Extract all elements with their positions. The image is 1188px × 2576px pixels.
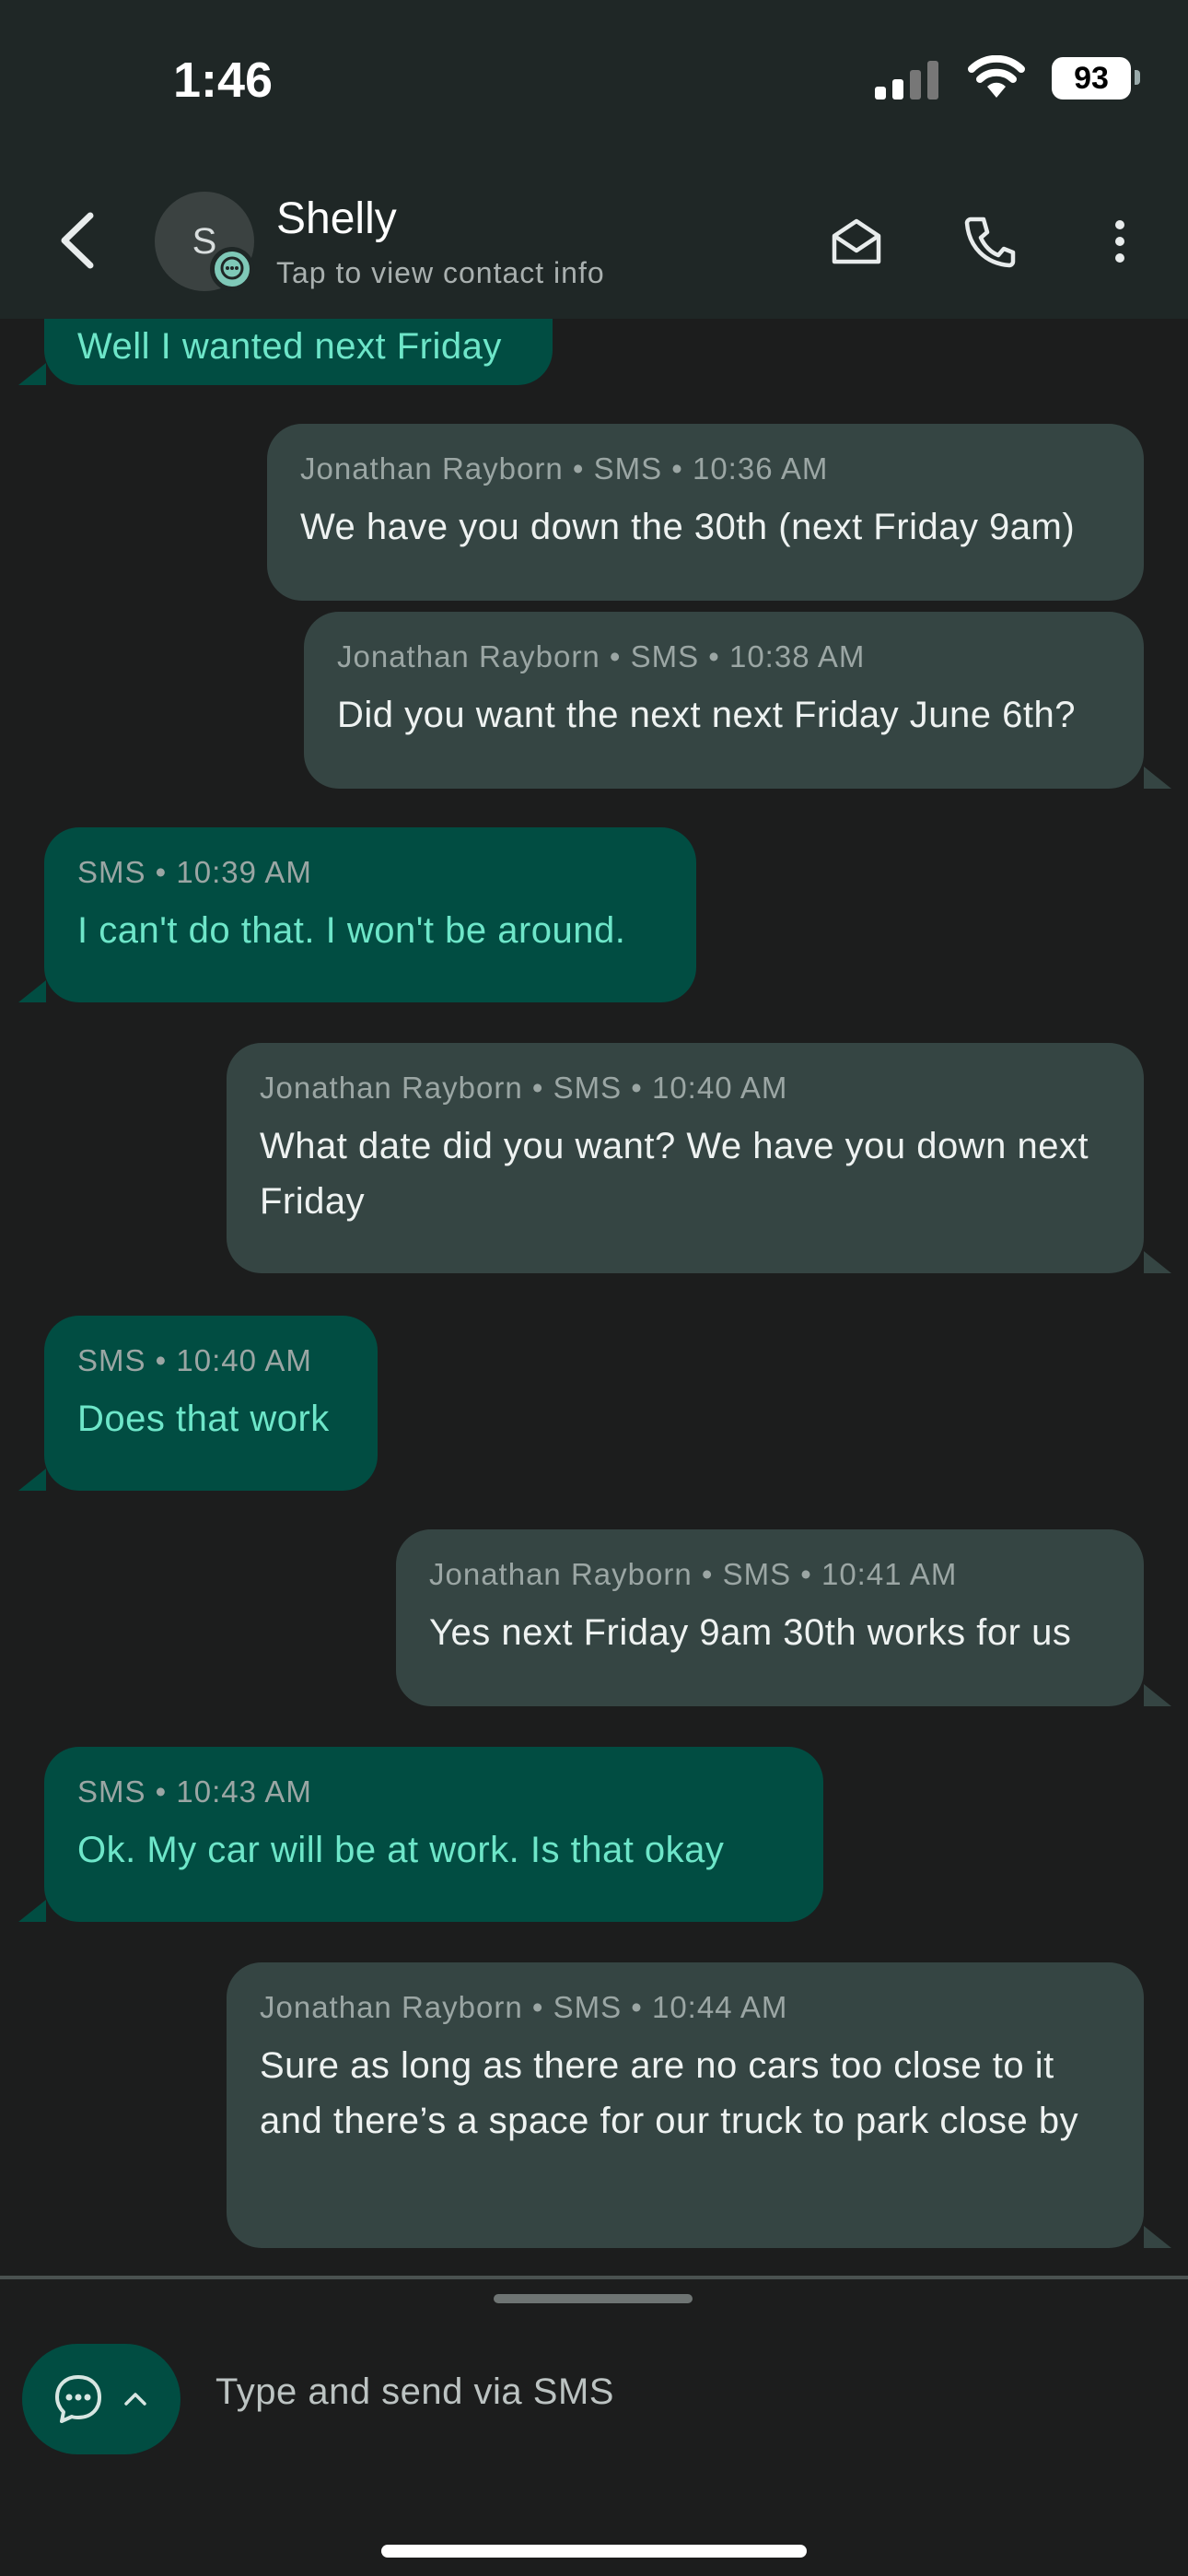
more-vertical-icon[interactable] <box>1087 208 1153 275</box>
cellular-signal-icon <box>875 61 939 100</box>
bubble-tail <box>1144 2226 1171 2248</box>
message-meta: SMS • 10:40 AM <box>77 1343 312 1377</box>
composer <box>0 2276 1188 2576</box>
message-text: Ok. My car will be at work. Is that okay <box>77 1830 725 1870</box>
message-list[interactable]: Well I wanted next Friday Jonathan Raybo… <box>0 319 1188 2276</box>
message-text: Well I wanted next Friday <box>77 326 502 367</box>
bubble-tail <box>1144 767 1171 789</box>
home-indicator <box>381 2545 807 2558</box>
bubble-tail <box>18 363 46 385</box>
chevron-left-icon[interactable] <box>52 208 107 273</box>
message-text: Did you want the next next Friday June 6… <box>337 695 1076 735</box>
conversation-header: S Shelly Tap to view contact info <box>0 166 1188 319</box>
battery-nub <box>1135 70 1140 85</box>
phone-icon[interactable] <box>956 208 1022 275</box>
contact-name[interactable]: Shelly <box>276 193 397 244</box>
battery-icon: 93 <box>1052 57 1131 100</box>
message-bubble-outgoing[interactable]: Jonathan Rayborn • SMS • 10:40 AM What d… <box>227 1043 1144 1273</box>
message-text: Does that work <box>77 1399 330 1439</box>
chevron-up-icon <box>124 2393 146 2406</box>
message-text: Yes next Friday 9am 30th works for us <box>429 1612 1072 1653</box>
message-bubble-outgoing[interactable]: Jonathan Rayborn • SMS • 10:36 AM We hav… <box>267 424 1144 601</box>
message-text: We have you down the 30th (next Friday 9… <box>300 507 1076 547</box>
wifi-icon <box>968 55 1025 98</box>
message-bubble-incoming[interactable]: SMS • 10:43 AM Ok. My car will be at wor… <box>44 1747 823 1922</box>
chat-bubble-icon <box>55 2375 101 2423</box>
message-text: I can't do that. I won't be around. <box>77 910 626 951</box>
status-bar: 1:46 93 <box>0 0 1188 166</box>
compose-options-button[interactable] <box>22 2344 181 2454</box>
message-meta: Jonathan Rayborn • SMS • 10:40 AM <box>260 1071 788 1105</box>
envelope-icon[interactable] <box>823 208 890 275</box>
bubble-tail <box>18 1469 46 1491</box>
message-bubble-outgoing[interactable]: Jonathan Rayborn • SMS • 10:44 AM Sure a… <box>227 1962 1144 2248</box>
drag-handle[interactable] <box>494 2294 693 2303</box>
message-text: What date did you want? We have you down… <box>260 1126 1089 1222</box>
status-time: 1:46 <box>173 53 274 108</box>
message-input[interactable] <box>215 2371 1136 2413</box>
bubble-tail <box>1144 1251 1171 1273</box>
message-meta: Jonathan Rayborn • SMS • 10:44 AM <box>260 1990 788 2024</box>
message-meta: Jonathan Rayborn • SMS • 10:38 AM <box>337 639 866 673</box>
message-meta: Jonathan Rayborn • SMS • 10:41 AM <box>429 1557 958 1591</box>
message-bubble-outgoing[interactable]: Jonathan Rayborn • SMS • 10:38 AM Did yo… <box>304 612 1144 789</box>
bubble-tail <box>1144 1684 1171 1706</box>
message-meta: Jonathan Rayborn • SMS • 10:36 AM <box>300 451 829 486</box>
bubble-tail <box>18 980 46 1002</box>
message-meta: SMS • 10:39 AM <box>77 855 312 889</box>
bubble-tail <box>18 1900 46 1922</box>
message-bubble-incoming[interactable]: SMS • 10:39 AM I can't do that. I won't … <box>44 827 696 1002</box>
status-icons: 93 <box>875 55 1188 101</box>
message-bubble-outgoing[interactable]: Jonathan Rayborn • SMS • 10:41 AM Yes ne… <box>396 1529 1144 1706</box>
chat-badge-icon <box>210 247 254 291</box>
contact-info-link[interactable]: Tap to view contact info <box>276 256 605 290</box>
message-bubble-incoming[interactable]: Well I wanted next Friday <box>44 319 553 385</box>
message-meta: SMS • 10:43 AM <box>77 1774 312 1809</box>
message-text: Sure as long as there are no cars too cl… <box>260 2045 1079 2141</box>
message-bubble-incoming[interactable]: SMS • 10:40 AM Does that work <box>44 1316 378 1491</box>
